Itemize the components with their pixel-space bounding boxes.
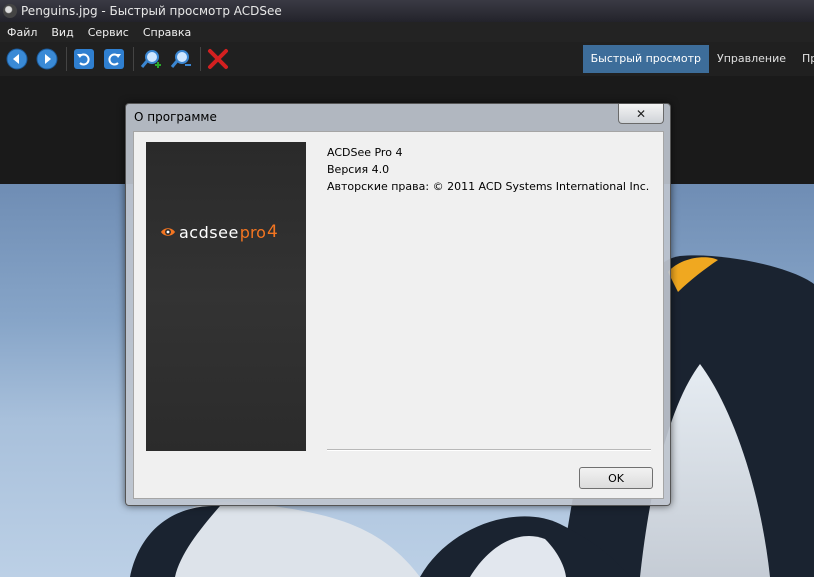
logo-brand: acdsee <box>179 222 239 242</box>
mode-tabs: Быстрый просмотр Управление Пр <box>582 42 814 76</box>
menu-file[interactable]: Файл <box>0 26 44 39</box>
logo-pro: pro <box>239 222 266 242</box>
product-name: ACDSee Pro 4 <box>327 146 403 159</box>
previous-button[interactable] <box>4 46 30 72</box>
tab-quick-view[interactable]: Быстрый просмотр <box>582 45 709 73</box>
delete-button[interactable] <box>205 46 231 72</box>
rotate-right-button[interactable] <box>101 46 127 72</box>
next-icon <box>36 48 58 70</box>
logo-version: 4 <box>266 222 278 242</box>
zoom-out-button[interactable] <box>168 46 194 72</box>
acdsee-eye-icon <box>161 228 175 236</box>
delete-icon <box>208 49 228 69</box>
rotate-left-icon <box>74 49 94 69</box>
title-bar: Penguins.jpg - Быстрый просмотр ACDSee <box>0 0 814 22</box>
product-version: Версия 4.0 <box>327 163 390 176</box>
tab-manage[interactable]: Управление <box>709 45 794 73</box>
window-title: Penguins.jpg - Быстрый просмотр ACDSee <box>21 4 282 18</box>
zoom-out-icon <box>170 50 191 68</box>
previous-icon <box>6 48 28 70</box>
zoom-in-icon <box>140 50 161 68</box>
toolbar: Быстрый просмотр Управление Пр <box>0 42 814 76</box>
rotate-left-button[interactable] <box>71 46 97 72</box>
zoom-in-button[interactable] <box>138 46 164 72</box>
menu-bar: Файл Вид Сервис Справка <box>0 22 814 42</box>
menu-view[interactable]: Вид <box>44 26 80 39</box>
menu-help[interactable]: Справка <box>136 26 198 39</box>
menu-tools[interactable]: Сервис <box>81 26 136 39</box>
close-button[interactable]: ✕ <box>618 104 664 124</box>
toolbar-separator <box>133 47 134 71</box>
about-dialog: О программе ✕ acdsee pro 4 ACDSee Pro 4 … <box>125 103 671 506</box>
acdsee-logo: acdsee pro 4 <box>160 222 278 242</box>
toolbar-separator <box>66 47 67 71</box>
product-info: ACDSee Pro 4 Версия 4.0 Авторские права:… <box>327 144 649 195</box>
dialog-body: acdsee pro 4 ACDSee Pro 4 Версия 4.0 Авт… <box>133 131 664 499</box>
app-icon <box>3 4 17 18</box>
rotate-right-icon <box>104 49 124 69</box>
toolbar-separator <box>200 47 201 71</box>
product-copyright: Авторские права: © 2011 ACD Systems Inte… <box>327 180 650 193</box>
dialog-title: О программе <box>134 110 217 124</box>
logo-panel: acdsee pro 4 <box>146 142 306 451</box>
ok-button[interactable]: OK <box>579 467 653 489</box>
close-icon: ✕ <box>635 106 647 121</box>
next-button[interactable] <box>34 46 60 72</box>
tab-more[interactable]: Пр <box>794 45 814 73</box>
divider <box>327 449 651 451</box>
